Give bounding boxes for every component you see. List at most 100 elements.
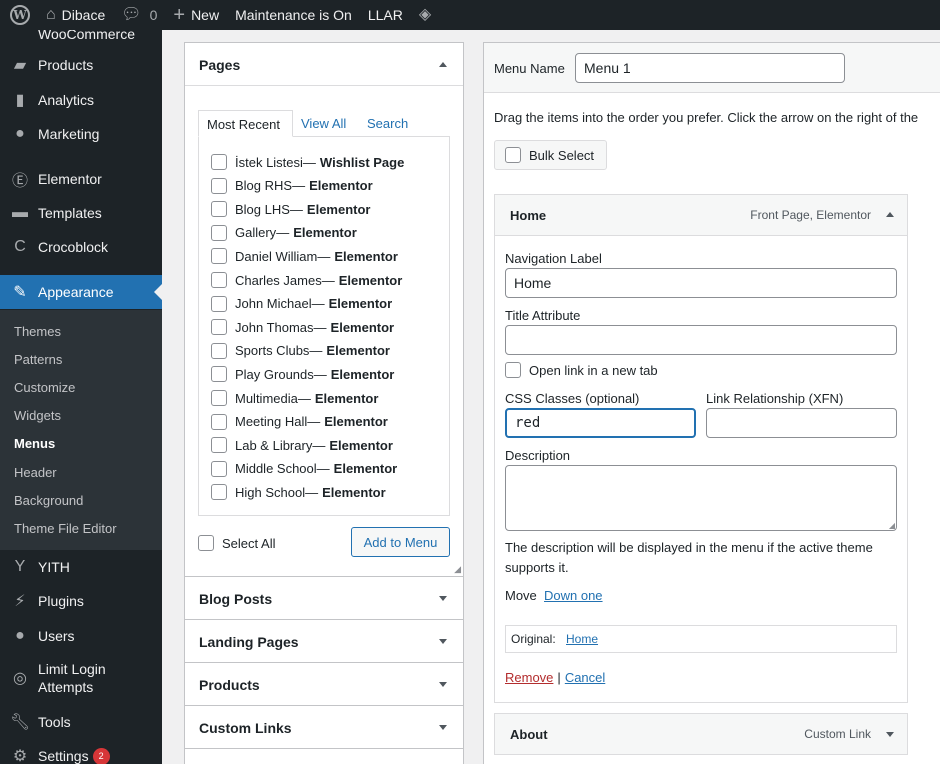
css-classes-input[interactable]: red bbox=[505, 408, 696, 438]
sidebar-item-crocoblock[interactable]: C Crocoblock bbox=[0, 230, 162, 264]
add-to-menu-button[interactable]: Add to Menu bbox=[351, 527, 450, 557]
new-tab-checkbox[interactable] bbox=[505, 362, 521, 378]
submenu-theme-file-editor[interactable]: Theme File Editor bbox=[14, 521, 117, 536]
submenu-menus[interactable]: Menus bbox=[14, 436, 55, 451]
page-separator: — bbox=[309, 343, 323, 359]
submenu-header[interactable]: Header bbox=[14, 465, 57, 480]
page-checklist-item[interactable]: Play Grounds — Elementor bbox=[211, 365, 394, 383]
original-label: Original: bbox=[511, 632, 556, 646]
page-checkbox[interactable] bbox=[211, 413, 227, 430]
page-checklist-item[interactable]: İstek Listesi — Wishlist Page bbox=[211, 153, 404, 171]
new-content-link[interactable]: + New bbox=[165, 0, 227, 30]
page-checklist-item[interactable]: Blog LHS — Elementor bbox=[211, 200, 371, 218]
expand-arrow-icon[interactable] bbox=[886, 732, 894, 737]
pages-accordion-header[interactable]: Pages bbox=[185, 43, 463, 86]
page-checklist-item[interactable]: Daniel William — Elementor bbox=[211, 247, 398, 265]
maintenance-link[interactable]: Maintenance is On bbox=[227, 0, 360, 30]
page-checkbox[interactable] bbox=[211, 390, 227, 406]
menu-name-input[interactable]: Menu 1 bbox=[575, 53, 845, 83]
menu-name-value: Menu 1 bbox=[584, 60, 631, 76]
sidebar-item-templates[interactable]: ▬ Templates bbox=[0, 196, 162, 230]
move-down-link[interactable]: Down one bbox=[544, 588, 603, 603]
page-name: Lab & Library bbox=[235, 437, 313, 453]
submenu-themes[interactable]: Themes bbox=[14, 324, 61, 339]
llar-label: LLAR bbox=[367, 7, 403, 23]
page-checklist-item[interactable]: Charles James — Elementor bbox=[211, 271, 402, 289]
sidebar-item-plugins[interactable]: ⚡︎ Plugins bbox=[0, 584, 162, 618]
page-checkbox[interactable] bbox=[211, 342, 227, 359]
page-checklist-item[interactable]: Sports Clubs — Elementor bbox=[211, 342, 390, 360]
wordpress-logo-button[interactable]: W bbox=[0, 0, 38, 30]
page-checklist-item[interactable]: High School — Elementor bbox=[211, 483, 386, 501]
comments-link[interactable]: 💬︎ 0 bbox=[113, 0, 165, 30]
page-checkbox[interactable] bbox=[211, 272, 227, 288]
appearance-submenu: Themes Patterns Customize Widgets Menus … bbox=[0, 310, 162, 550]
sidebar-item-products[interactable]: ▰ Products bbox=[0, 48, 162, 82]
page-checkbox[interactable] bbox=[211, 460, 227, 477]
select-all-control[interactable]: Select All bbox=[198, 535, 275, 551]
diamond-menu-button[interactable]: ◈ bbox=[411, 0, 445, 30]
sidebar-item-appearance[interactable]: ✎ Appearance bbox=[0, 275, 162, 309]
landing-pages-accordion[interactable]: Landing Pages bbox=[184, 619, 464, 663]
page-checkbox[interactable] bbox=[211, 484, 227, 501]
custom-links-accordion[interactable]: Custom Links bbox=[184, 705, 464, 749]
title-attribute-input[interactable] bbox=[505, 325, 897, 355]
submenu-patterns[interactable]: Patterns bbox=[14, 352, 62, 367]
description-note-line-2: supports it. bbox=[505, 560, 569, 575]
resize-handle-icon[interactable]: ◢ bbox=[454, 565, 461, 574]
xfn-label: Link Relationship (XFN) bbox=[706, 391, 844, 406]
bulk-select-button[interactable]: Bulk Select bbox=[494, 140, 607, 170]
menu-item-about[interactable]: About Custom Link bbox=[494, 713, 908, 755]
submenu-background[interactable]: Background bbox=[14, 493, 83, 508]
resize-handle-icon[interactable]: ◢ bbox=[889, 522, 895, 530]
page-checkbox[interactable] bbox=[211, 319, 227, 336]
remove-link[interactable]: Remove bbox=[505, 670, 553, 685]
cancel-link[interactable]: Cancel bbox=[565, 670, 605, 685]
submenu-widgets[interactable]: Widgets bbox=[14, 408, 61, 423]
sidebar-item-settings[interactable]: ⚙︎ Settings 2 bbox=[0, 739, 162, 764]
page-checklist-item[interactable]: Multimedia — Elementor bbox=[211, 389, 378, 407]
next-accordion[interactable] bbox=[184, 748, 464, 764]
sidebar-item-users[interactable]: ● Users bbox=[0, 619, 162, 653]
sidebar-item-tools[interactable]: 🔧︎ Tools bbox=[0, 705, 162, 739]
sidebar-item-elementor[interactable]: Ⓔ Elementor bbox=[0, 162, 162, 196]
submenu-customize[interactable]: Customize bbox=[14, 380, 75, 395]
page-checkbox[interactable] bbox=[211, 248, 227, 265]
page-checkbox[interactable] bbox=[211, 437, 227, 454]
page-checklist-item[interactable]: Meeting Hall — Elementor bbox=[211, 413, 388, 431]
page-checkbox[interactable] bbox=[211, 154, 227, 170]
page-checklist-item[interactable]: Gallery — Elementor bbox=[211, 224, 357, 242]
select-all-checkbox[interactable] bbox=[198, 535, 214, 551]
new-tab-control[interactable]: Open link in a new tab bbox=[505, 362, 658, 378]
page-checklist-item[interactable]: Blog RHS — Elementor bbox=[211, 177, 373, 195]
menu-item-handle[interactable]: Home Front Page, Elementor bbox=[495, 195, 907, 236]
sidebar-item-yith[interactable]: Y YITH bbox=[0, 550, 162, 584]
page-checkbox[interactable] bbox=[211, 366, 227, 383]
page-checkbox[interactable] bbox=[211, 177, 227, 194]
site-name-link[interactable]: ⌂ Dibace bbox=[38, 0, 113, 30]
xfn-input[interactable] bbox=[706, 408, 897, 438]
page-checklist-item[interactable]: Middle School — Elementor bbox=[211, 460, 397, 478]
collapse-arrow-icon[interactable] bbox=[886, 212, 894, 217]
llar-link[interactable]: LLAR bbox=[360, 0, 411, 30]
page-checkbox[interactable] bbox=[211, 201, 227, 218]
page-checkbox[interactable] bbox=[211, 224, 227, 241]
products-accordion[interactable]: Products bbox=[184, 662, 464, 706]
description-textarea[interactable]: ◢ bbox=[505, 465, 897, 531]
sidebar-item-analytics[interactable]: ▮ Analytics bbox=[0, 83, 162, 117]
bulk-select-checkbox[interactable] bbox=[505, 147, 521, 163]
tab-most-recent[interactable]: Most Recent bbox=[198, 110, 293, 137]
page-checkbox[interactable] bbox=[211, 295, 227, 312]
blog-posts-accordion[interactable]: Blog Posts bbox=[184, 576, 464, 620]
page-type: Elementor bbox=[338, 272, 403, 288]
sidebar-item-label: Tools bbox=[38, 714, 71, 730]
page-checklist-item[interactable]: John Thomas — Elementor bbox=[211, 318, 394, 336]
sidebar-item-limit-login[interactable]: ◎ Limit Login Attempts bbox=[0, 660, 162, 698]
original-link[interactable]: Home bbox=[566, 632, 598, 646]
nav-label-input[interactable]: Home bbox=[505, 268, 897, 298]
tab-view-all[interactable]: View All bbox=[293, 110, 354, 137]
tab-search[interactable]: Search bbox=[359, 110, 416, 137]
page-checklist-item[interactable]: Lab & Library — Elementor bbox=[211, 436, 393, 454]
page-checklist-item[interactable]: John Michael — Elementor bbox=[211, 295, 392, 313]
sidebar-item-marketing[interactable]: ● Marketing bbox=[0, 117, 162, 151]
